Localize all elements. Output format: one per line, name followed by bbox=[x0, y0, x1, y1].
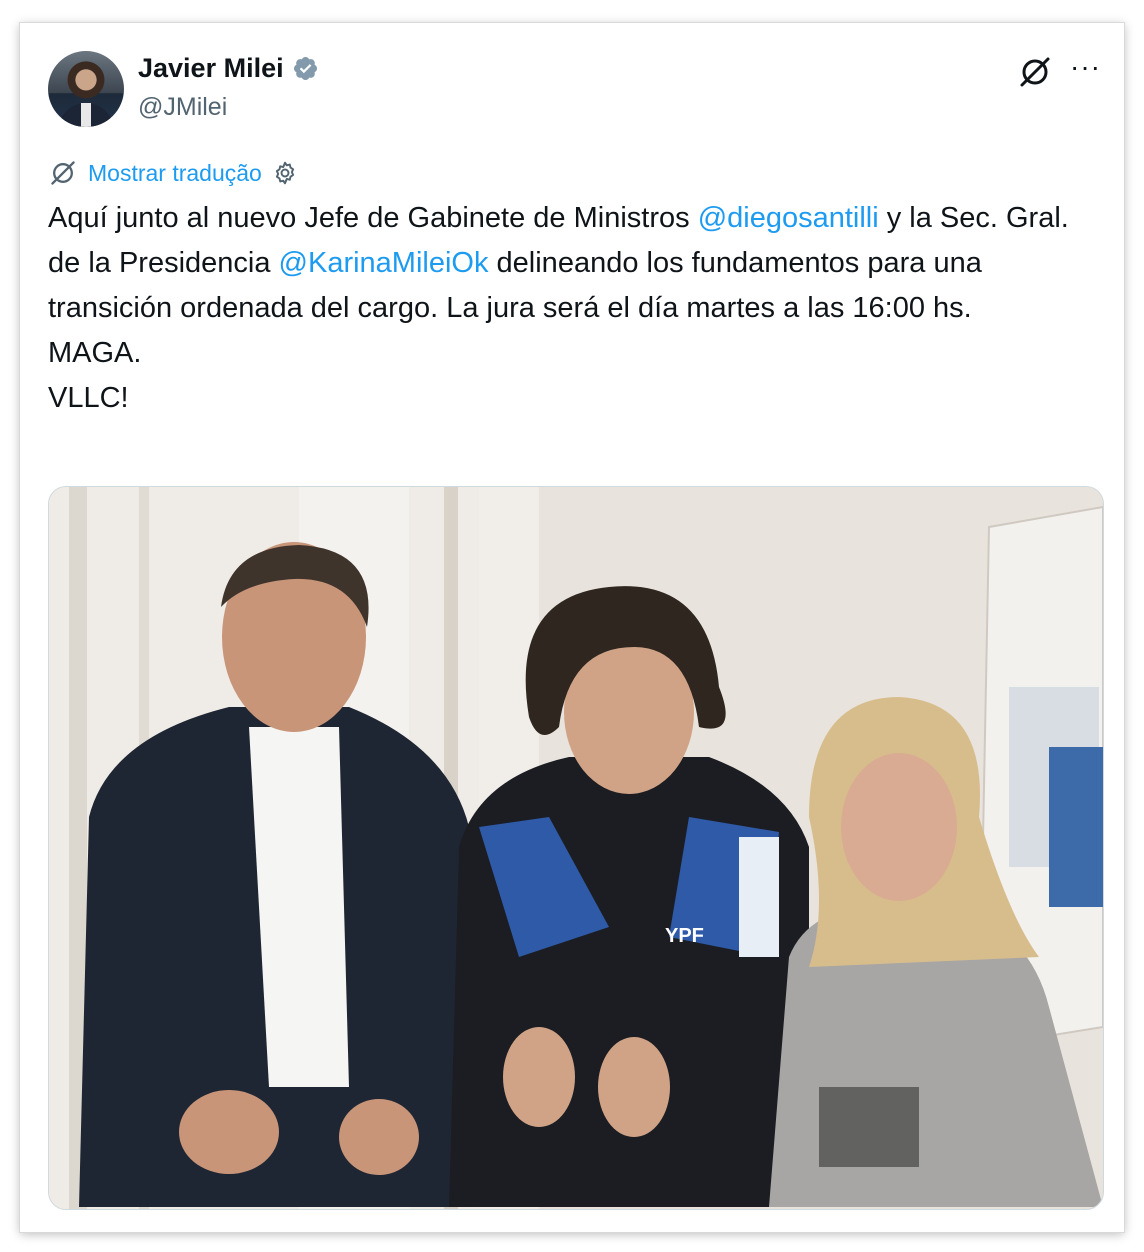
grok-icon[interactable] bbox=[1018, 55, 1052, 89]
tweet-text-part: Aquí junto al nuevo Jefe de Gabinete de … bbox=[48, 202, 698, 234]
tweet-text: Aquí junto al nuevo Jefe de Gabinete de … bbox=[48, 196, 1098, 421]
avatar-shirt bbox=[81, 103, 91, 127]
author-handle[interactable]: @JMilei bbox=[138, 93, 227, 122]
mention-link[interactable]: @KarinaMileiOk bbox=[279, 247, 489, 279]
show-translation-link[interactable]: Mostrar tradução bbox=[88, 160, 262, 187]
translate-row: Mostrar tradução bbox=[48, 158, 298, 188]
tweet-photo[interactable]: YPF bbox=[48, 486, 1104, 1210]
mention-link[interactable]: @diegosantilli bbox=[698, 202, 879, 234]
photo-scene: YPF bbox=[49, 487, 1103, 1209]
tweet-card: Javier Milei @JMilei ··· Mostrar traduçã… bbox=[20, 23, 1124, 1232]
verified-badge-icon[interactable] bbox=[292, 55, 319, 82]
gear-icon[interactable] bbox=[272, 160, 298, 186]
author-name[interactable]: Javier Milei bbox=[138, 53, 284, 84]
author-name-row: Javier Milei bbox=[138, 53, 319, 84]
more-options-button[interactable]: ··· bbox=[1070, 51, 1101, 83]
jacket-logo: YPF bbox=[665, 925, 704, 947]
avatar[interactable] bbox=[48, 51, 124, 127]
grok-icon bbox=[51, 161, 75, 185]
